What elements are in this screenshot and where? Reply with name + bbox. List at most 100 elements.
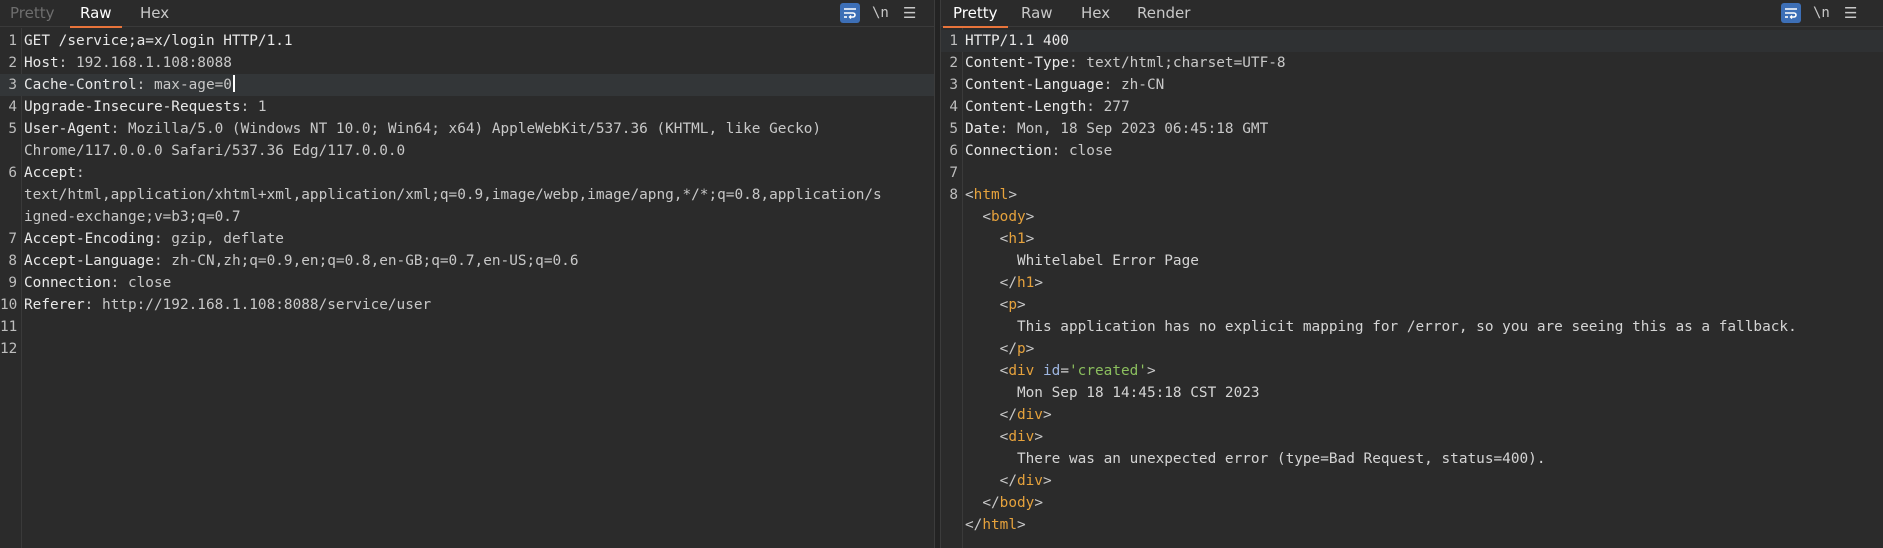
request-code[interactable]: 1 GET /service;a=x/login HTTP/1.1 2 Host: 1… — [0, 30, 934, 360]
line-text: </h1> — [965, 272, 1043, 294]
tag-name: p — [1016, 341, 1026, 357]
header-name: Content-Type — [965, 55, 1069, 71]
code-line: 7 Accept-Encoding: gzip, deflate — [0, 228, 934, 250]
line-number: 4 — [949, 99, 958, 115]
tag-close-bracket: > — [1025, 341, 1035, 357]
code-line: <div> — [941, 426, 1883, 448]
line-number: 5 — [8, 121, 17, 137]
tag-open-bracket: </ — [999, 473, 1017, 489]
menu-icon[interactable]: ☰ — [1844, 3, 1857, 24]
response-code[interactable]: 1 HTTP/1.1 400 2 Content-Type: text/html;ch… — [941, 30, 1883, 536]
tag-name: html — [982, 517, 1017, 533]
line-number: 11 — [0, 319, 18, 335]
response-tab-render[interactable]: Render — [1127, 0, 1200, 27]
tag-name: div — [1008, 429, 1035, 445]
request-editor[interactable]: 1 GET /service;a=x/login HTTP/1.1 2 Host: 1… — [0, 28, 934, 548]
header-value: igned-exchange;v=b3;q=0.7 — [24, 209, 241, 225]
response-tab-hex[interactable]: Hex — [1071, 0, 1120, 27]
tag-close-bracket: > — [1034, 275, 1043, 291]
code-line: 12 — [0, 338, 934, 360]
request-pane: Pretty Raw Hex \n ☰ 1 GET /service;a=x/lo… — [0, 0, 934, 548]
menu-icon[interactable]: ☰ — [903, 3, 916, 24]
code-line: 4 Upgrade-Insecure-Requests: 1 — [0, 96, 934, 118]
line-text: Accept-Language: zh-CN,zh;q=0.9,en;q=0.8… — [24, 250, 579, 272]
line-number: 1 — [949, 33, 958, 49]
code-line: 9 Connection: close — [0, 272, 934, 294]
header-name: Connection — [965, 143, 1052, 159]
tag-name: div — [1008, 363, 1035, 379]
code-line: 8 Accept-Language: zh-CN,zh;q=0.9,en;q=0.… — [0, 250, 934, 272]
tag-close-bracket: > — [1034, 429, 1043, 445]
line-number: 1 — [8, 33, 17, 49]
pane-splitter[interactable] — [934, 0, 941, 548]
line-number: 7 — [8, 231, 17, 247]
line-text: Upgrade-Insecure-Requests: 1 — [24, 96, 267, 118]
code-line: 3 Cache-Control: max-age=0 — [0, 74, 934, 96]
code-line: text/html,application/xhtml+xml,applicat… — [0, 184, 934, 206]
request-tab-raw[interactable]: Raw — [70, 0, 122, 28]
response-tab-raw[interactable]: Raw — [1011, 0, 1063, 27]
line-number: 2 — [8, 55, 17, 71]
code-line: <h1> — [941, 228, 1883, 250]
response-pane: Pretty Raw Hex Render \n ☰ 1 HTTP/1.1 400… — [941, 0, 1883, 548]
line-text: This application has no explicit mapping… — [965, 316, 1797, 338]
tag-open-bracket: </ — [999, 407, 1017, 423]
line-text: Accept-Encoding: gzip, deflate — [24, 228, 284, 250]
tag-close-bracket: > — [1008, 187, 1017, 203]
header-value: : gzip, deflate — [153, 231, 284, 247]
line-number: 12 — [0, 341, 18, 357]
line-number: 8 — [8, 253, 17, 269]
tag-name: h1 — [1016, 275, 1035, 291]
request-tab-hex[interactable]: Hex — [130, 0, 179, 27]
code-line: Whitelabel Error Page — [941, 250, 1883, 272]
code-line: igned-exchange;v=b3;q=0.7 — [0, 206, 934, 228]
text-content: Mon Sep 18 14:45:18 CST 2023 — [1016, 385, 1260, 401]
word-wrap-icon[interactable] — [1781, 3, 1801, 23]
attr-eq: = — [1060, 363, 1069, 379]
tag-name: body — [999, 495, 1035, 511]
tag-name: h1 — [1008, 231, 1026, 247]
code-line: There was an unexpected error (type=Bad … — [941, 448, 1883, 470]
tag-name: div — [1016, 473, 1043, 489]
tag-open-bracket: < — [982, 209, 991, 225]
code-line: 1 GET /service;a=x/login HTTP/1.1 — [0, 30, 934, 52]
line-number: 8 — [949, 187, 958, 203]
header-name: User-Agent — [24, 121, 111, 137]
code-line: 4 Content-Length: 277 — [941, 96, 1883, 118]
code-line: 10 Referer: http://192.168.1.108:8088/ser… — [0, 294, 934, 316]
code-line: 11 — [0, 316, 934, 338]
line-text: Content-Language: zh-CN — [965, 74, 1164, 96]
response-editor[interactable]: 1 HTTP/1.1 400 2 Content-Type: text/html;ch… — [941, 28, 1883, 548]
line-text: Date: Mon, 18 Sep 2023 06:45:18 GMT — [965, 118, 1268, 140]
code-line: 8 <html> — [941, 184, 1883, 206]
line-text: Referer: http://192.168.1.108:8088/servi… — [24, 294, 431, 316]
line-text: <html> — [965, 184, 1017, 206]
line-text: </body> — [965, 492, 1043, 514]
response-tab-pretty[interactable]: Pretty — [943, 0, 1008, 28]
code-line: Mon Sep 18 14:45:18 CST 2023 — [941, 382, 1883, 404]
word-wrap-icon[interactable] — [840, 3, 860, 23]
tag-close-bracket: > — [1025, 231, 1035, 247]
header-name: Content-Language — [965, 77, 1104, 93]
header-name: Accept-Encoding — [24, 231, 154, 247]
line-text: Accept: — [24, 162, 85, 184]
header-value: Chrome/117.0.0.0 Safari/537.36 Edg/117.0… — [24, 143, 406, 159]
code-line: </div> — [941, 470, 1883, 492]
code-line: This application has no explicit mapping… — [941, 316, 1883, 338]
show-newlines-toggle[interactable]: \n — [1813, 3, 1830, 24]
header-name: Accept — [24, 165, 76, 181]
line-text: Connection: close — [965, 140, 1112, 162]
header-name: Upgrade-Insecure-Requests — [24, 99, 241, 115]
show-newlines-toggle[interactable]: \n — [872, 3, 889, 24]
line-number: 6 — [949, 143, 958, 159]
header-value: : zh-CN,zh;q=0.9,en;q=0.8,en-GB;q=0.7,en… — [153, 253, 579, 269]
request-tab-pretty[interactable]: Pretty — [0, 0, 65, 27]
header-name: HTTP/1.1 400 — [965, 33, 1069, 49]
tag-open-bracket: < — [965, 187, 974, 203]
header-name: Host — [24, 55, 59, 71]
